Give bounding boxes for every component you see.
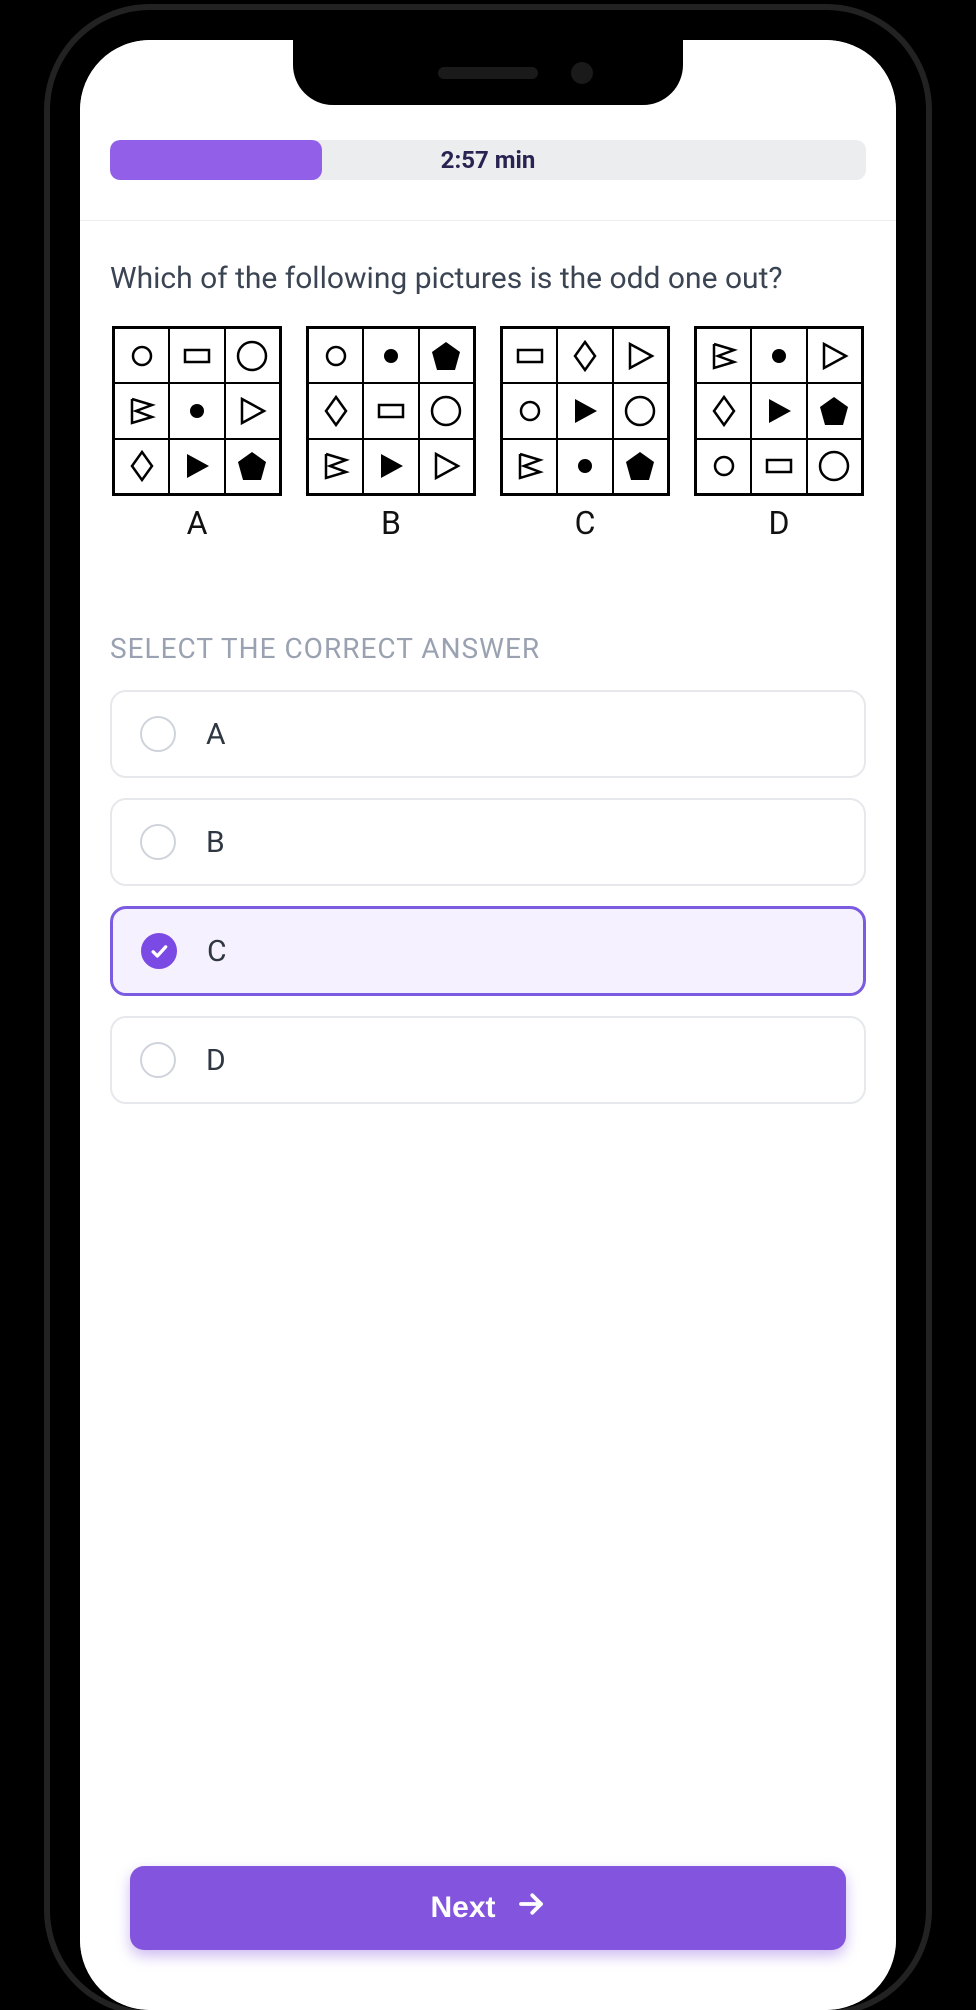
options-list: A B C D <box>110 690 866 1124</box>
dot-icon <box>557 439 612 494</box>
diamond-o-icon <box>696 383 751 438</box>
flag-o-icon <box>502 439 557 494</box>
rect-o-icon <box>363 383 418 438</box>
grid-option-c: C <box>498 326 672 542</box>
circle-big-o-icon <box>225 328 280 383</box>
triangle-o-icon <box>613 328 668 383</box>
arrow-right-icon <box>516 1889 546 1927</box>
circle-o-icon <box>696 439 751 494</box>
check-icon <box>141 933 177 969</box>
progress-bar: 2:57 min <box>110 140 866 180</box>
rect-o-icon <box>169 328 224 383</box>
triangle-o-icon <box>807 328 862 383</box>
phone-screen-bezel: 2:57 min Which of the following pictures… <box>80 40 896 2010</box>
next-button-label: Next <box>430 1891 495 1925</box>
circle-o-icon <box>308 328 363 383</box>
triangle-f-icon <box>557 383 612 438</box>
shape-grid <box>500 326 670 496</box>
grid-option-d: D <box>692 326 866 542</box>
triangle-o-icon <box>419 439 474 494</box>
grid-option-a: A <box>110 326 284 542</box>
diamond-o-icon <box>114 439 169 494</box>
grid-label: C <box>575 504 596 542</box>
grid-label: A <box>187 504 208 542</box>
timer-label: 2:57 min <box>110 140 866 180</box>
shape-grid <box>112 326 282 496</box>
next-button[interactable]: Next <box>130 1866 846 1950</box>
dot-icon <box>169 383 224 438</box>
speaker-grille <box>438 67 538 79</box>
diamond-o-icon <box>557 328 612 383</box>
option-label: C <box>207 934 227 969</box>
grid-label: B <box>381 504 401 542</box>
answer-option-d[interactable]: D <box>110 1016 866 1104</box>
triangle-f-icon <box>169 439 224 494</box>
answer-option-c[interactable]: C <box>110 906 866 996</box>
select-answer-title: SELECT THE CORRECT ANSWER <box>110 632 866 665</box>
flag-o-icon <box>696 328 751 383</box>
option-label: D <box>206 1043 226 1078</box>
pentagon-f-icon <box>419 328 474 383</box>
circle-o-icon <box>502 383 557 438</box>
pentagon-f-icon <box>225 439 280 494</box>
shape-grid <box>306 326 476 496</box>
circle-o-icon <box>114 328 169 383</box>
question-text: Which of the following pictures is the o… <box>110 261 866 296</box>
app-screen: 2:57 min Which of the following pictures… <box>80 40 896 2010</box>
grid-label: D <box>769 504 790 542</box>
triangle-f-icon <box>363 439 418 494</box>
dot-icon <box>363 328 418 383</box>
rect-o-icon <box>751 439 806 494</box>
pentagon-f-icon <box>807 383 862 438</box>
circle-big-o-icon <box>419 383 474 438</box>
phone-notch <box>293 40 683 105</box>
option-label: A <box>206 717 226 752</box>
flag-o-icon <box>308 439 363 494</box>
dot-icon <box>751 328 806 383</box>
flag-o-icon <box>114 383 169 438</box>
circle-big-o-icon <box>613 383 668 438</box>
spacer <box>110 1124 866 1866</box>
radio-unchecked-icon <box>140 716 176 752</box>
phone-frame: 2:57 min Which of the following pictures… <box>50 10 926 2010</box>
answer-option-b[interactable]: B <box>110 798 866 886</box>
pentagon-f-icon <box>613 439 668 494</box>
divider <box>80 220 896 221</box>
triangle-o-icon <box>225 383 280 438</box>
shape-grid <box>694 326 864 496</box>
answer-grids: A B C D <box>110 326 866 542</box>
radio-unchecked-icon <box>140 1042 176 1078</box>
rect-o-icon <box>502 328 557 383</box>
front-camera <box>571 62 593 84</box>
diamond-o-icon <box>308 383 363 438</box>
triangle-f-icon <box>751 383 806 438</box>
radio-unchecked-icon <box>140 824 176 860</box>
answer-option-a[interactable]: A <box>110 690 866 778</box>
grid-option-b: B <box>304 326 478 542</box>
option-label: B <box>206 825 225 860</box>
circle-big-o-icon <box>807 439 862 494</box>
